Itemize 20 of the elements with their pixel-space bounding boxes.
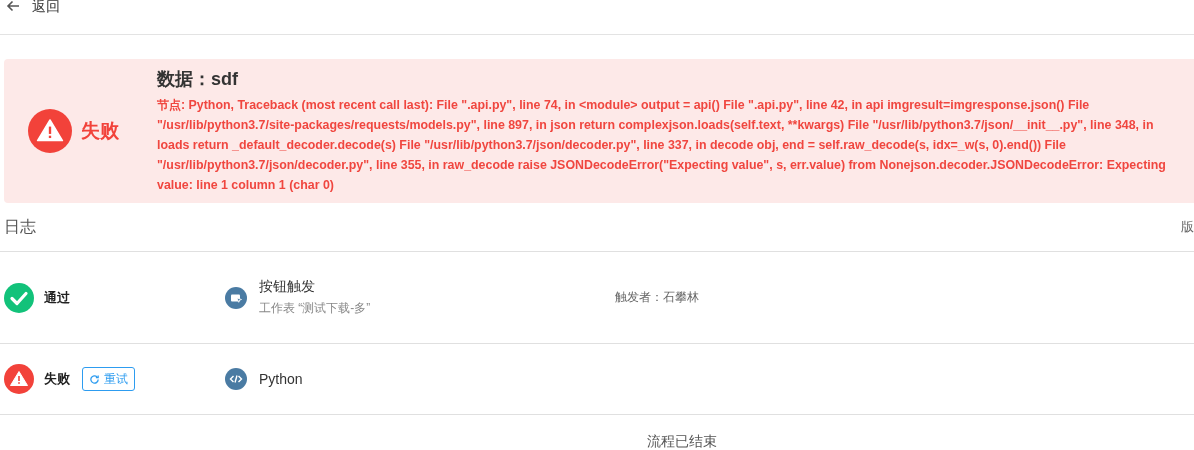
flow-ended-text: 流程已结束 bbox=[647, 433, 717, 449]
warning-icon bbox=[4, 364, 34, 394]
log-title: 日志 bbox=[4, 216, 36, 237]
refresh-icon bbox=[89, 373, 100, 385]
node-title: 按钮触发 bbox=[259, 278, 316, 296]
back-arrow-icon bbox=[6, 0, 20, 12]
status-text: 失败 bbox=[44, 370, 70, 388]
trigger-text: 触发者：石攀林 bbox=[615, 289, 699, 306]
code-icon bbox=[225, 368, 247, 390]
cursor-window-icon bbox=[225, 286, 247, 309]
warning-icon bbox=[28, 109, 72, 153]
node-title: Python bbox=[259, 371, 303, 387]
result-title: 数据：sdf bbox=[157, 68, 239, 91]
side-label: 版 bbox=[1181, 218, 1194, 236]
status-text: 通过 bbox=[44, 288, 70, 307]
error-message: 节点: Python, Traceback (most recent call last): File ".api.py", line 74, in <module> output = api() File ".api.py", line 42, in api imgresult=imgresponse.json() File "/usr/lib/python3.7/site-packages/requests/models.py", line 897, in json return complexjson.loads(self.text, **kwargs) File "/usr/lib/python3.7/json/__init__.py", line 348, in loads return _default_decoder.decode(s) File "/usr/lib/python3.7/json/decoder.py", line 337, in decode obj, end = self.raw_decode(s, idx=_w(s, 0).end()) File "/usr/lib/python3.7/json/decoder.py", line 355, in raw_decode raise JSONDecodeError("Expecting value", s, err.value) from Nonejson.decoder.JSONDecodeError: Expecting value: line 1 column 1 (char 0) bbox=[157, 97, 1167, 194]
check-icon bbox=[4, 282, 34, 313]
back-link[interactable]: 返回 bbox=[6, 0, 60, 16]
status-label: 失败 bbox=[81, 119, 119, 143]
node-subtitle: 工作表 “测试下载-多” bbox=[259, 300, 371, 317]
